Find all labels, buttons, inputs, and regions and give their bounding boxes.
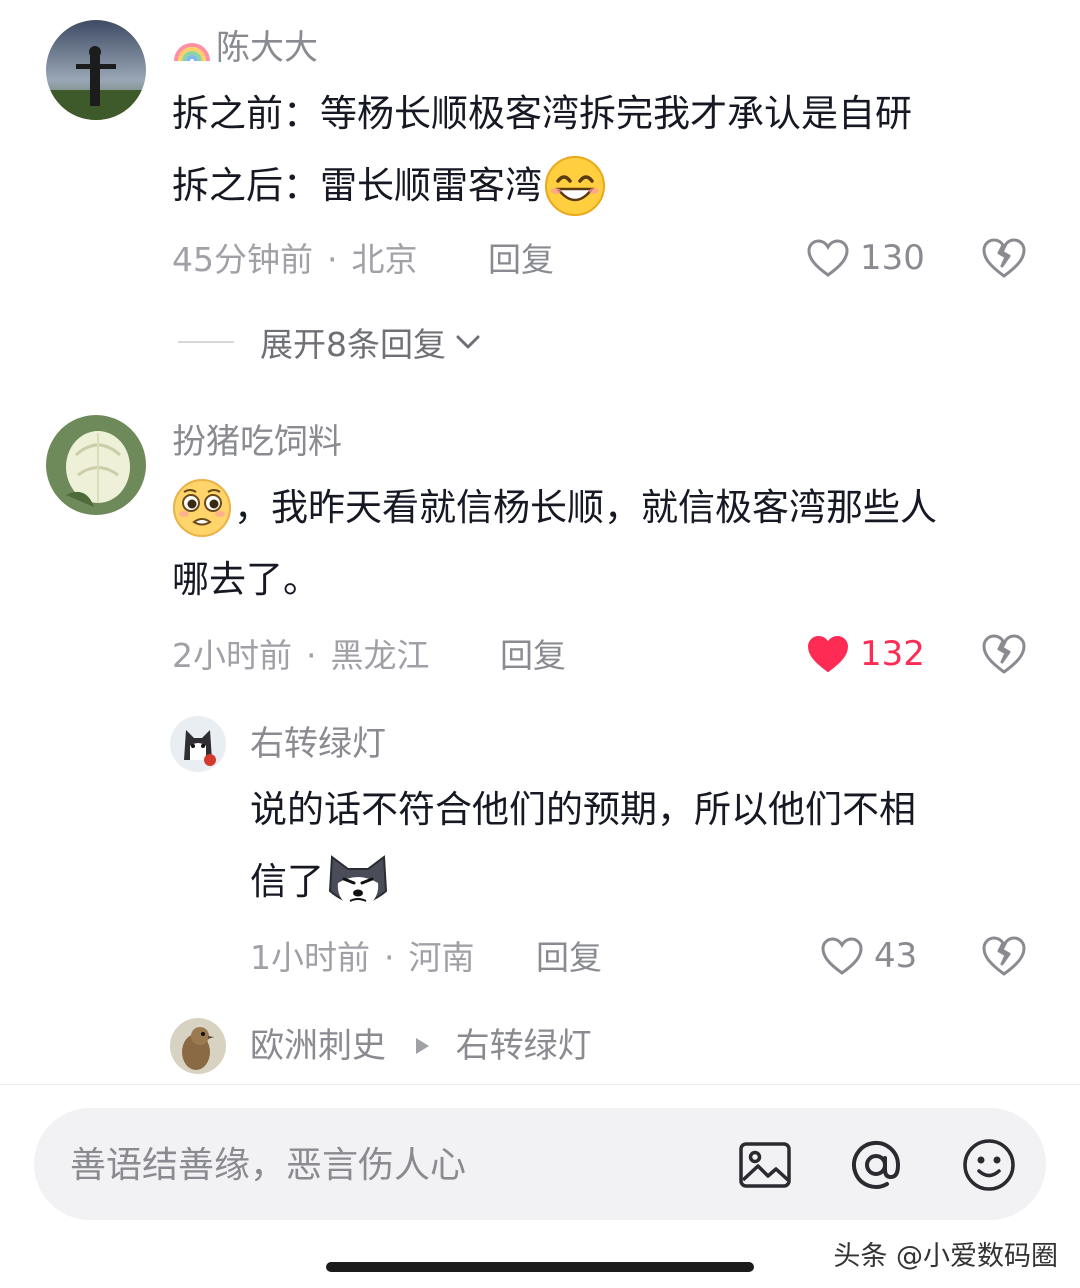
- comment-time: 45分钟前: [172, 240, 313, 279]
- like-count: 43: [874, 936, 918, 976]
- heart-outline-icon: [821, 937, 863, 975]
- broken-heart-icon: [982, 238, 1026, 278]
- like-button[interactable]: 130: [806, 236, 925, 280]
- dislike-button[interactable]: [980, 236, 1028, 280]
- avatar[interactable]: [170, 1018, 226, 1074]
- heart-outline-icon: [807, 239, 849, 277]
- avatar[interactable]: [170, 716, 226, 772]
- reply-line: 信了: [250, 846, 1040, 918]
- dislike-button[interactable]: [980, 632, 1028, 676]
- reply-line: 说的话不符合他们的预期，所以他们不相: [250, 788, 916, 831]
- home-indicator[interactable]: [326, 1262, 754, 1272]
- comment-location: 北京: [351, 240, 418, 279]
- husky-emoji: [326, 851, 390, 913]
- at-icon[interactable]: [847, 1136, 905, 1194]
- comment-location: 黑龙江: [330, 636, 430, 675]
- comment-line: 拆之前：等杨长顺极客湾拆完我才承认是自研: [172, 92, 912, 135]
- rainbow-icon: [172, 31, 212, 63]
- reply-time: 1小时前: [250, 938, 370, 977]
- broken-heart-icon: [982, 634, 1026, 674]
- heart-filled-icon: [807, 635, 849, 673]
- separator-dot: ·: [306, 636, 317, 675]
- broken-heart-icon: [982, 936, 1026, 976]
- reply-button[interactable]: 回复: [488, 240, 554, 280]
- comment-line: 拆之后：雷长顺雷客湾: [172, 150, 1042, 222]
- comment-meta: 2小时前 · 黑龙江: [172, 636, 430, 676]
- like-count: 132: [860, 634, 925, 674]
- comment-text: 拆之前：等杨长顺极客湾拆完我才承认是自研 拆之后：雷长顺雷客湾: [172, 78, 1042, 222]
- like-count: 130: [860, 238, 925, 278]
- expand-replies-button[interactable]: 展开8条回复: [178, 320, 484, 364]
- comment-username[interactable]: 陈大大: [172, 28, 318, 68]
- divider: [0, 1084, 1080, 1085]
- comment-line: ，我昨天看就信杨长顺，就信极客湾那些人: [172, 472, 1042, 544]
- avatar[interactable]: [46, 20, 146, 120]
- reply-author[interactable]: 欧洲刺史: [250, 1026, 386, 1066]
- image-icon[interactable]: [736, 1136, 794, 1194]
- avatar[interactable]: [46, 415, 146, 515]
- comment-text: ，我昨天看就信杨长顺，就信极客湾那些人 哪去了。: [172, 472, 1042, 616]
- reply-username[interactable]: 右转绿灯: [250, 724, 386, 764]
- comment-input-bar: [34, 1108, 1046, 1220]
- comment-meta: 45分钟前 · 北京: [172, 240, 418, 280]
- reply-button[interactable]: 回复: [536, 938, 602, 978]
- comment-username[interactable]: 扮猪吃饲料: [172, 422, 342, 462]
- watermark: 头条 @小爱数码圈: [833, 1241, 1058, 1272]
- reply-button[interactable]: 回复: [500, 636, 566, 676]
- reply-username: 欧洲刺史 右转绿灯: [250, 1026, 592, 1066]
- grin-emoji: [544, 155, 606, 217]
- reply-to-username[interactable]: 右转绿灯: [456, 1026, 592, 1066]
- comment-line: 哪去了。: [172, 558, 320, 601]
- comment-input[interactable]: [70, 1142, 690, 1188]
- reply-location: 河南: [408, 938, 475, 977]
- play-arrow-icon: [411, 1026, 433, 1054]
- reply-meta: 1小时前 · 河南: [250, 938, 475, 978]
- chevron-down-icon: [456, 335, 480, 349]
- separator-dot: ·: [327, 240, 338, 279]
- emoji-icon[interactable]: [960, 1136, 1018, 1194]
- pleading-emoji: [172, 478, 232, 538]
- dislike-button[interactable]: [980, 934, 1028, 978]
- divider-line: [178, 341, 234, 343]
- like-button[interactable]: 43: [820, 934, 917, 978]
- comment-time: 2小时前: [172, 636, 292, 675]
- separator-dot: ·: [384, 938, 395, 977]
- like-button[interactable]: 132: [806, 632, 925, 676]
- reply-text: 说的话不符合他们的预期，所以他们不相 信了: [250, 774, 1040, 918]
